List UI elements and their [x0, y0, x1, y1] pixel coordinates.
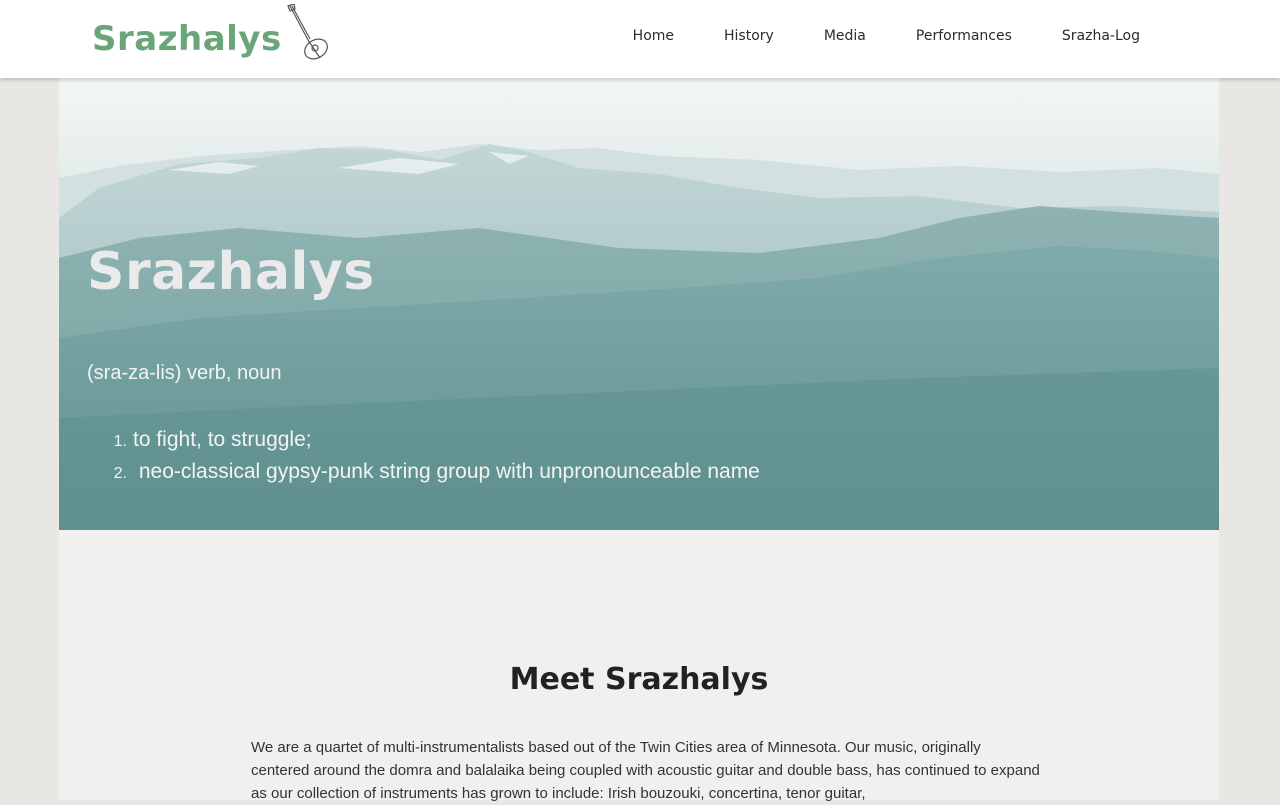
meet-paragraph: We are a quartet of multi-instrumentalis… [251, 739, 1040, 802]
balalaika-icon [284, 3, 330, 68]
list-number: 1. [113, 433, 127, 450]
page-container: Srazhalys (sra-za-lis) verb, noun 1. to f… [59, 78, 1219, 802]
site-logo[interactable]: Srazhalys [92, 3, 330, 64]
hero-banner: Srazhalys (sra-za-lis) verb, noun 1. to f… [59, 78, 1219, 530]
logo-text[interactable]: Srazhalys [92, 19, 282, 59]
meaning-text: to fight, to struggle; [133, 428, 312, 451]
list-number: 2. [113, 465, 127, 482]
hero-definition: (sra-za-lis) verb, noun [87, 362, 282, 384]
nav-srazha-log[interactable]: Srazha-Log [1062, 28, 1140, 44]
list-item: 1. to fight, to struggle; [87, 424, 760, 456]
site-header: Srazhalys Home History Media Performance… [0, 0, 1280, 78]
meaning-text: neo-classical gypsy-punk string group wi… [133, 460, 760, 483]
nav-media[interactable]: Media [824, 28, 866, 44]
nav-history[interactable]: History [724, 28, 774, 44]
meet-heading: Meet Srazhalys [509, 662, 769, 697]
hero-title: Srazhalys [87, 242, 375, 302]
hero-meanings-list: 1. to fight, to struggle; 2. neo-classica… [87, 424, 760, 488]
nav-performances[interactable]: Performances [916, 28, 1012, 44]
list-item: 2. neo-classical gypsy-punk string group… [87, 456, 760, 488]
main-nav: Home History Media Performances Srazha-L… [583, 28, 1140, 44]
nav-home[interactable]: Home [633, 28, 674, 44]
